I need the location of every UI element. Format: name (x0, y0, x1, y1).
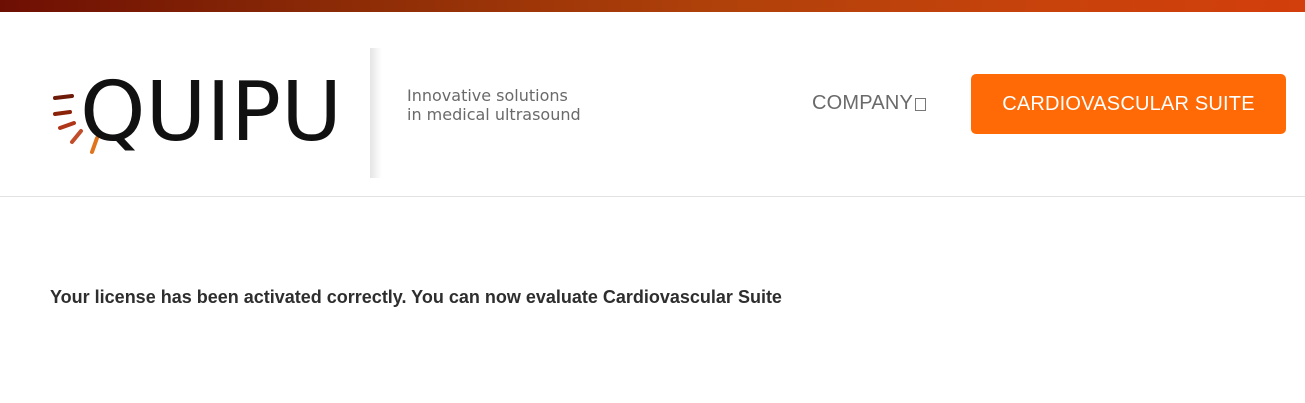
cardiovascular-suite-button[interactable]: CARDIOVASCULAR SUITE (971, 74, 1286, 134)
logo-divider (370, 48, 382, 178)
dropdown-box-icon (915, 98, 927, 111)
logo-wordmark: QUIPU (80, 65, 342, 160)
tagline-line-1: Innovative solutions (407, 86, 568, 105)
nav-company-label: COMPANY (812, 92, 914, 114)
tagline-line-2: in medical ultrasound (407, 105, 581, 124)
tagline: Innovative solutions in medical ultrasou… (407, 86, 581, 124)
quipu-logo[interactable]: QUIPU (50, 62, 380, 172)
top-accent-bar (0, 0, 1305, 12)
site-header: QUIPU Innovative solutions in medical ul… (0, 12, 1305, 197)
cta-label: CARDIOVASCULAR SUITE (1002, 92, 1255, 115)
activation-message: Your license has been activated correctl… (50, 287, 782, 307)
nav-company[interactable]: COMPANY (812, 92, 927, 115)
